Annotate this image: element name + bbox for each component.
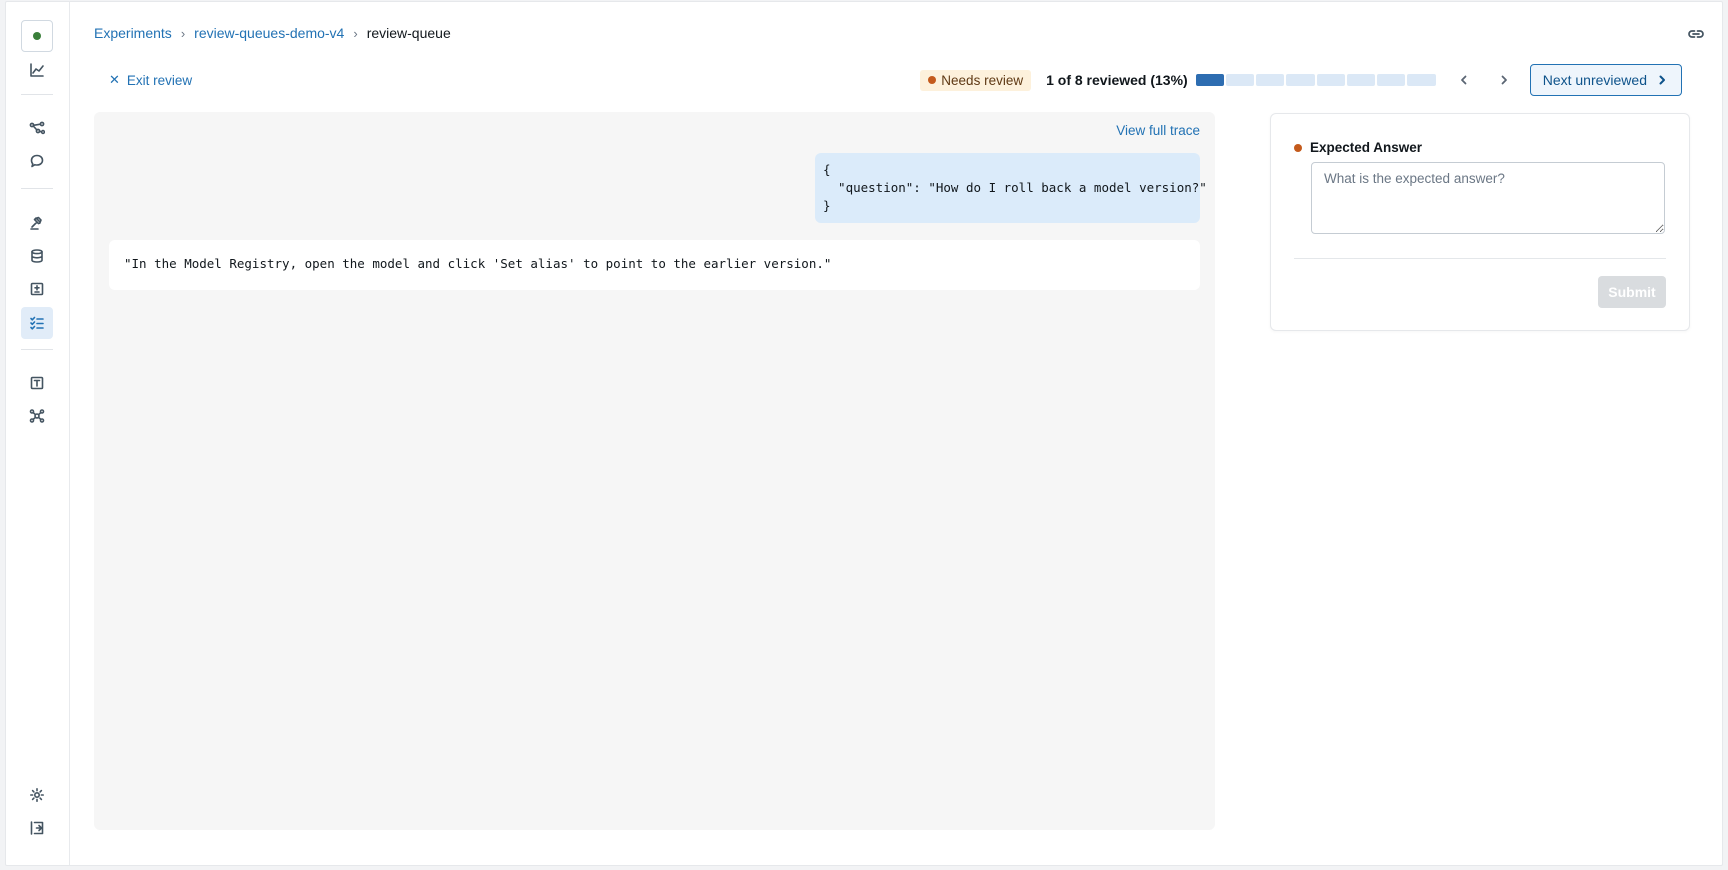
next-unreviewed-label: Next unreviewed [1542,72,1647,88]
sidebar-item-judges[interactable] [21,207,53,239]
sidebar-collapse-button[interactable] [21,812,53,844]
previous-item-button[interactable] [1450,66,1478,94]
checklist-icon [30,316,44,330]
exit-review-button[interactable]: ✕ Exit review [109,72,192,88]
assessment-panel: Expected Answer Submit [1270,113,1690,331]
nodes-icon [29,121,45,135]
model-icon [29,409,45,423]
chart-line-icon [30,63,44,77]
status-badge-label: Needs review [941,72,1024,88]
progress-segment [1407,74,1436,86]
panel-divider [1294,258,1666,259]
progress-segment [1286,74,1315,86]
app-window: Experiments › review-queues-demo-v4 › re… [5,1,1723,866]
sidebar-item-evaluations[interactable] [21,273,53,305]
review-progress-text: 1 of 8 reviewed (13%) [1046,72,1188,88]
chat-icon [30,154,44,168]
workspace-status-icon [33,32,41,40]
progress-segment [1195,74,1224,86]
gear-icon [30,788,44,802]
collapse-sidebar-icon [30,821,44,835]
next-item-button[interactable] [1490,66,1518,94]
sidebar-divider [21,349,53,350]
view-full-trace-link[interactable]: View full trace [1116,123,1200,138]
text-box-icon [30,376,44,390]
status-dot-icon [928,76,937,84]
submit-button[interactable]: Submit [1598,276,1666,308]
sidebar-divider [21,94,53,95]
request-message: { "question": "How do I roll back a mode… [815,153,1207,223]
expected-answer-input[interactable] [1311,162,1665,234]
exit-review-label: Exit review [126,72,193,88]
sidebar-item-traces[interactable] [21,112,53,144]
breadcrumb-current: review-queue [366,25,451,41]
trace-panel: View full trace { "question": "How do I … [94,112,1215,830]
sidebar-item-datasets[interactable] [21,240,53,272]
progress-segment [1225,74,1255,86]
breadcrumb-experiments[interactable]: Experiments [94,25,172,41]
expected-answer-label-text: Expected Answer [1310,140,1423,155]
sidebar-item-review-queues[interactable] [21,307,53,339]
review-toolbar: Needs review 1 of 8 reviewed (13%) Next … [920,64,1682,96]
status-badge: Needs review [920,69,1032,91]
left-sidebar [6,2,70,865]
copy-link-button[interactable] [1686,24,1706,44]
progress-segment [1256,74,1285,86]
progress-segment [1316,74,1345,86]
close-icon: ✕ [109,72,120,87]
breadcrumb-experiment[interactable]: review-queues-demo-v4 [194,25,344,41]
sidebar-divider [21,188,53,189]
sidebar-item-settings[interactable] [21,779,53,811]
sidebar-item-prompts[interactable] [21,367,53,399]
required-dot-icon [1294,143,1302,152]
workspace-home-button[interactable] [21,20,53,52]
response-message: "In the Model Registry, open the model a… [109,240,1200,290]
chevron-left-icon [1460,75,1467,85]
breadcrumb: Experiments › review-queues-demo-v4 › re… [94,25,451,41]
review-progress-bar [1195,74,1436,86]
chevron-right-icon [1659,75,1665,85]
chevron-right-icon [1501,75,1507,85]
next-unreviewed-button[interactable]: Next unreviewed [1529,64,1682,96]
chevron-right-icon: › [180,25,186,41]
sidebar-item-experiments[interactable] [21,54,53,86]
progress-segment [1377,74,1406,86]
expected-answer-label: Expected Answer [1294,140,1422,155]
chevron-right-icon: › [353,25,358,41]
sidebar-item-models[interactable] [21,400,53,432]
sidebar-item-chat-sessions[interactable] [21,145,53,177]
database-icon [31,249,43,263]
gavel-icon [30,216,42,230]
plus-minus-icon [30,282,44,296]
link-icon [1688,30,1704,38]
progress-segment [1346,74,1376,86]
